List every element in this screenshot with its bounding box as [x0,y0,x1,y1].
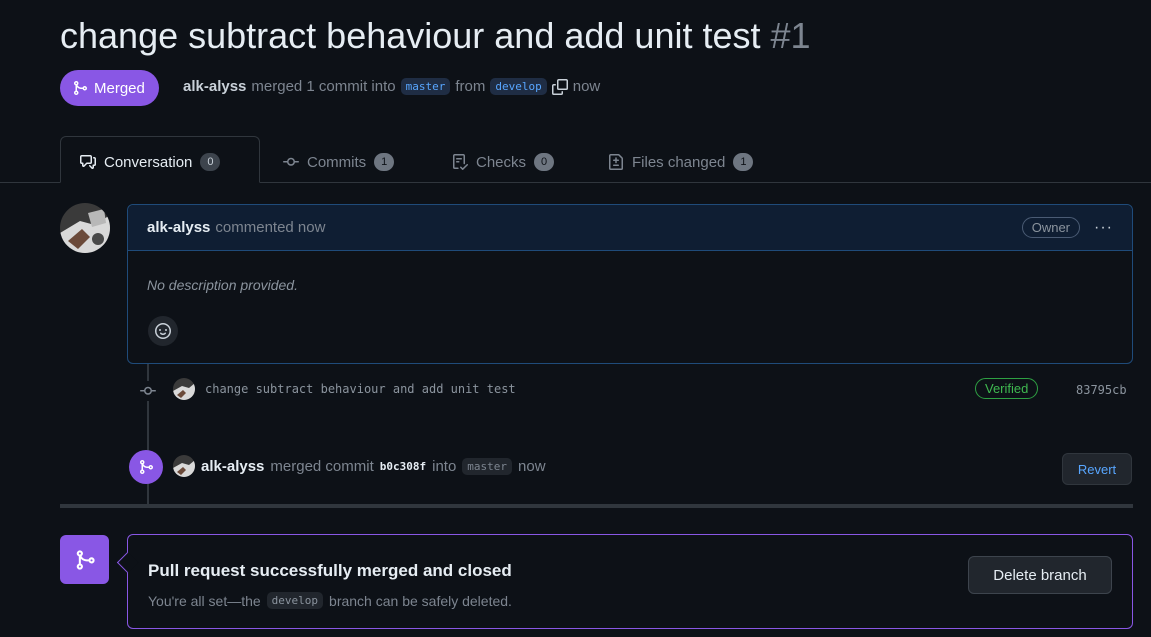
merger-avatar[interactable] [173,455,195,477]
author-avatar[interactable] [60,203,110,253]
timeline-end-divider [60,504,1133,508]
comment-menu-kebab-icon[interactable]: ··· [1094,219,1113,237]
from-text: from [455,78,486,95]
tab-commits-label: Commits [307,153,367,171]
revert-button[interactable]: Revert [1062,453,1132,485]
merge-summary-text: merged 1 commit into [251,78,396,95]
smiley-icon [155,323,171,339]
tab-checks-label: Checks [476,153,527,171]
merge-event-row: alk-alyss merged commit b0c308f into mas… [173,455,546,477]
merged-status-subtitle: You're all set—the develop branch can be… [148,592,512,609]
copy-icon[interactable] [551,78,568,95]
pr-time: now [572,78,601,95]
pr-author-link[interactable]: alk-alyss [183,78,246,95]
merge-event-node [129,450,163,484]
deletable-branch-label[interactable]: develop [266,592,324,609]
merged-status-title: Pull request successfully merged and clo… [148,561,512,580]
comment-action-text: commented now [215,219,326,236]
tab-checks[interactable]: Checks 0 [452,151,555,173]
merger-author-link[interactable]: alk-alyss [201,458,264,475]
tab-conversation[interactable]: Conversation 0 [80,151,221,173]
owner-badge: Owner [1021,217,1081,238]
merge-target-branch[interactable]: master [462,457,513,475]
git-merge-icon [76,549,95,570]
commit-author-avatar[interactable] [173,378,195,400]
commit-node [138,381,158,401]
tab-commits[interactable]: Commits 1 [283,151,395,173]
comment-discussion-icon [80,155,96,169]
git-merge-icon [74,81,88,95]
git-commit-icon [140,386,156,395]
comment-author-link[interactable]: alk-alyss [147,219,210,236]
git-merge-icon [140,460,154,474]
base-branch-label[interactable]: master [400,78,451,95]
delete-branch-button[interactable]: Delete branch [968,556,1112,594]
merged-status-icon-box [60,535,109,584]
merged-sub-after: branch can be safely deleted. [329,592,512,609]
merge-event-text: merged commit [270,457,374,475]
merged-state-label: Merged [94,79,145,97]
tab-conversation-label: Conversation [104,153,193,171]
merged-state-badge: Merged [60,70,159,106]
tab-commits-count: 1 [374,153,395,171]
tab-files-changed-label: Files changed [632,153,726,171]
pr-number: #1 [770,15,811,56]
merged-box-caret [116,551,139,574]
merged-sub-before: You're all set—the [148,592,261,609]
add-reaction-button[interactable] [148,316,178,346]
verified-badge[interactable]: Verified [975,378,1039,399]
merge-commit-sha-link[interactable]: b0c308f [380,460,426,473]
checklist-icon [453,154,468,170]
comment-header: alk-alyss commented now Owner ··· [128,205,1132,251]
tab-files-changed[interactable]: Files changed 1 [608,151,754,173]
pr-meta: alk-alyss merged 1 commit into master fr… [183,78,600,95]
commit-row: change subtract behaviour and add unit t… [173,378,516,400]
file-diff-icon [609,154,623,170]
git-commit-icon [283,157,299,166]
head-branch-label[interactable]: develop [490,78,547,95]
commit-sha-link[interactable]: 83795cb [1076,383,1127,397]
comment-body: No description provided. [147,277,298,293]
pr-description-comment: alk-alyss commented now Owner ··· No des… [127,204,1133,364]
tab-checks-count: 0 [534,153,555,171]
merge-into-text: into [432,457,457,475]
tab-files-changed-count: 1 [733,153,754,171]
pr-title: change subtract behaviour and add unit t… [60,14,811,58]
commit-message-link[interactable]: change subtract behaviour and add unit t… [205,382,516,396]
merged-status-box: Pull request successfully merged and clo… [116,534,1133,629]
pr-title-text: change subtract behaviour and add unit t… [60,15,761,56]
tab-conversation-count: 0 [200,153,221,171]
merge-event-time: now [518,457,546,475]
